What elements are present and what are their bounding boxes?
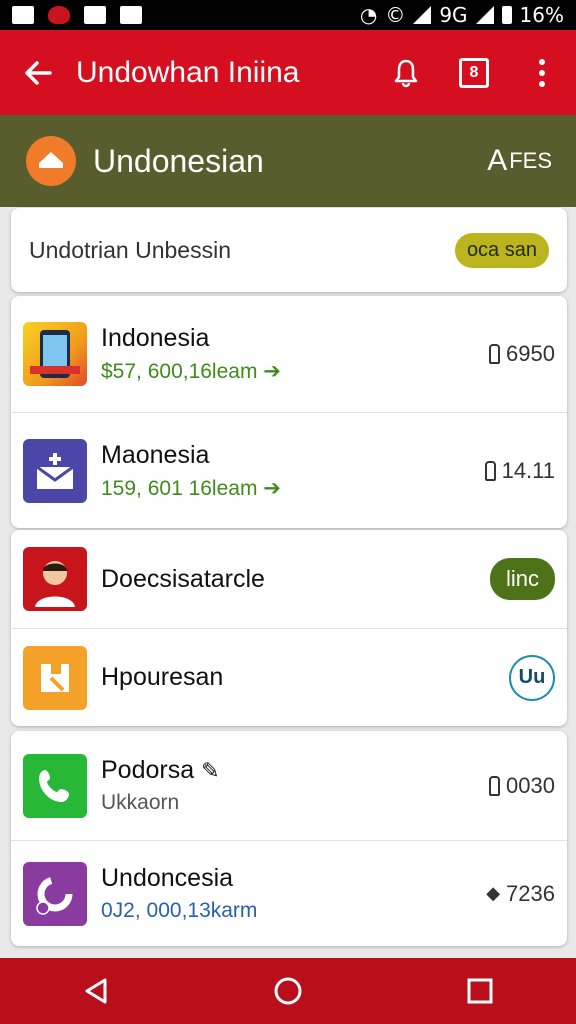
item-meta: ◆ 7236 (486, 881, 555, 907)
item-subtext: 0J2, 000,13karm (101, 899, 258, 922)
arrow-left-icon (25, 60, 52, 85)
app-notification-icon (48, 6, 70, 24)
item-name: Hpouresan (101, 663, 224, 691)
item-name: Indonesia (101, 324, 210, 352)
signal-icon-2 (475, 6, 494, 24)
language-switch[interactable]: A FES (487, 144, 552, 178)
calendar-icon: 8 (459, 57, 489, 88)
battery-percent: 16% (519, 3, 564, 27)
triangle-back-icon (85, 978, 107, 1004)
item-meta-value: 0030 (506, 772, 555, 798)
tag-icon: ◆ (486, 883, 501, 903)
overflow-menu-button[interactable] (508, 30, 576, 115)
network-label: 9G (439, 3, 468, 27)
status-bar: ◔ © 9G 16% (0, 0, 576, 30)
wifi-icon: ◔ (359, 3, 378, 27)
nav-recents-button[interactable] (450, 961, 510, 1021)
item-subtext: 159, 601 16leam ➔ (101, 476, 281, 500)
search-query: Undotrian Unbessin (29, 236, 232, 263)
list-item[interactable]: Undoncesia 0J2, 000,13karm ◆ 7236 (11, 840, 567, 946)
search-card[interactable]: Undotrian Unbessin oca san (11, 208, 567, 292)
person-app-icon (23, 547, 87, 611)
item-name-text: Podorsa (101, 756, 195, 784)
circle-home-icon (274, 977, 302, 1005)
item-action-button[interactable]: linc (489, 558, 555, 600)
list-card-3: Podorsa ✎ Ukkaorn 0030 Undoncesia 0J2, 0… (11, 731, 567, 946)
home-icon (39, 152, 63, 168)
filter-badge[interactable]: oca san (454, 232, 549, 268)
region-logo (26, 136, 76, 186)
mail-app-icon (23, 438, 87, 503)
bell-icon (394, 59, 418, 87)
region-name: Undonesian (93, 142, 264, 179)
battery-icon (501, 6, 512, 24)
language-prefix: A (487, 144, 508, 177)
list-item[interactable]: Podorsa ✎ Ukkaorn 0030 (11, 731, 567, 840)
item-meta-value: 7236 (506, 880, 555, 906)
pen-icon: ✎ (201, 758, 220, 783)
list-item[interactable]: Hpouresan Uu (11, 628, 567, 726)
list-item[interactable]: Indonesia $57, 600,16leam ➔ 6950 (11, 296, 567, 412)
item-action-badge[interactable]: Uu (509, 654, 555, 701)
mail-notification-icon (120, 6, 142, 24)
nav-back-button[interactable] (66, 961, 126, 1021)
phone-app-icon (23, 322, 87, 386)
refresh-app-icon (23, 861, 87, 926)
system-nav-bar (0, 958, 576, 1024)
item-meta: 14.11 (484, 457, 555, 484)
more-vertical-icon (539, 58, 545, 87)
list-item[interactable]: Maonesia 159, 601 16leam ➔ 14.11 (11, 412, 567, 528)
signal-icon (413, 6, 432, 24)
item-meta-value: 6950 (506, 341, 555, 366)
lock-icon (489, 344, 501, 364)
back-button[interactable] (0, 30, 76, 115)
region-header[interactable]: Undonesian A FES (0, 115, 576, 207)
app-bar: Undowhan Iniina 8 (0, 30, 576, 115)
item-name: Doecsisatarcle (101, 564, 265, 593)
notifications-button[interactable] (372, 30, 440, 115)
item-meta: 0030 (489, 773, 555, 799)
nav-home-button[interactable] (258, 961, 318, 1021)
calendar-button[interactable]: 8 (440, 30, 508, 115)
document-app-icon (23, 645, 87, 710)
item-subtext: Ukkaorn (101, 791, 180, 814)
list-card-2: Doecsisatarcle linc Hpouresan Uu (11, 530, 567, 726)
lock-icon (489, 775, 501, 796)
item-name: Podorsa ✎ (101, 756, 489, 785)
item-name: Undoncesia (101, 864, 234, 892)
calendar-label: 8 (469, 63, 479, 81)
list-item[interactable]: Doecsisatarcle linc (11, 530, 567, 628)
item-meta: 6950 (489, 341, 555, 367)
sync-icon: © (385, 3, 406, 27)
item-subtext: $57, 600,16leam ➔ (101, 360, 281, 383)
gallery-notification-icon (12, 6, 34, 24)
square-recents-icon (467, 978, 493, 1004)
item-name: Maonesia (101, 440, 210, 469)
list-card-1: Indonesia $57, 600,16leam ➔ 6950 Maonesi… (11, 296, 567, 528)
image-notification-icon (84, 6, 106, 24)
item-meta-value: 14.11 (501, 457, 555, 483)
phone-call-app-icon (23, 753, 87, 818)
language-code: FES (509, 148, 552, 173)
page-title: Undowhan Iniina (76, 55, 300, 89)
battery-small-icon (484, 460, 496, 481)
